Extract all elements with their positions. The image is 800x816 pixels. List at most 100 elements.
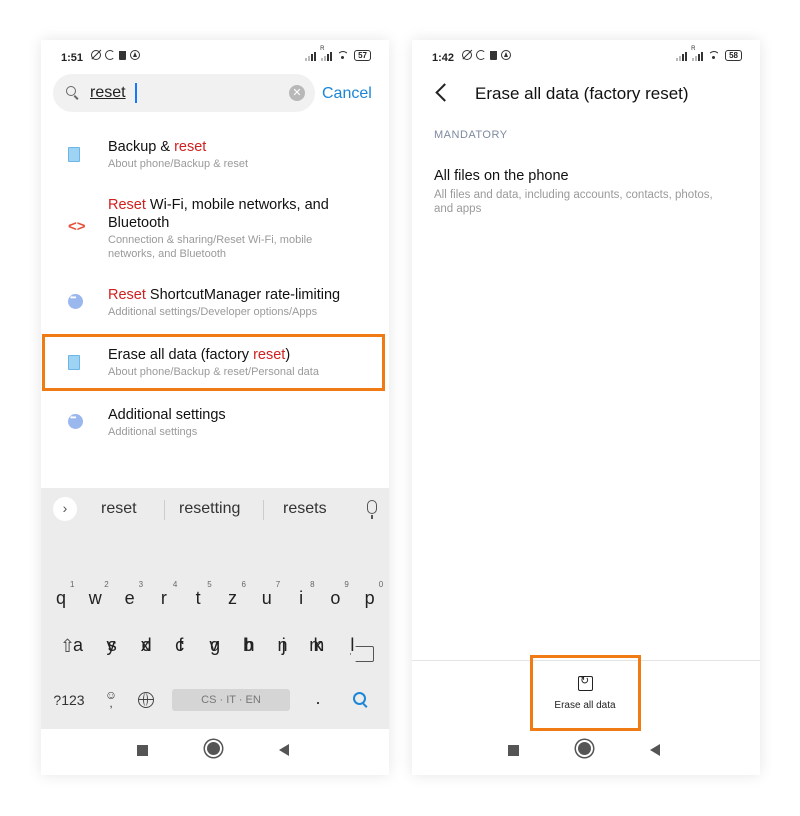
search-bar[interactable]: reset ✕ xyxy=(53,74,315,112)
microphone-icon[interactable] xyxy=(367,500,377,519)
key-b[interactable]: b xyxy=(233,635,263,656)
home-button[interactable] xyxy=(207,742,220,755)
key-number-hint: 2 xyxy=(104,580,109,589)
globe-icon[interactable] xyxy=(138,692,154,708)
comma-key[interactable]: , xyxy=(97,696,125,710)
home-button[interactable] xyxy=(578,742,591,755)
orange-highlight-box xyxy=(530,655,641,731)
chevron-right-icon[interactable]: › xyxy=(53,497,77,521)
item-subtitle: All files and data, including accounts, … xyxy=(434,189,713,215)
suggestion-reset[interactable]: reset xyxy=(101,500,137,518)
symbols-key[interactable]: ?123 xyxy=(51,692,87,708)
cancel-button[interactable]: Cancel xyxy=(322,85,372,103)
key-y[interactable]: y xyxy=(96,635,126,656)
key-number-hint: 8 xyxy=(310,580,315,589)
soft-keyboard: › reset resetting resets q1w2e3r4t5z6u7i… xyxy=(41,488,389,729)
phone-icon xyxy=(68,147,80,162)
alarm-off-icon xyxy=(462,50,472,60)
page-title: Erase all data (factory reset) xyxy=(475,84,689,103)
connection-icon: <> xyxy=(68,218,86,235)
suggestion-resetting[interactable]: resetting xyxy=(179,500,240,518)
result-title: Backup & reset xyxy=(108,139,207,155)
result-subtitle: Connection & sharing/Reset Wi-Fi, mobile… xyxy=(108,234,313,260)
more-icon xyxy=(68,293,83,309)
search-key-icon[interactable] xyxy=(353,692,366,705)
key-z[interactable]: z xyxy=(218,588,248,609)
phone-left-settings-search: 1:51 57 reset ✕ Cancel Backup & reset Ab… xyxy=(41,40,389,775)
key-number-hint: 4 xyxy=(172,580,178,589)
status-bar: 1:51 57 xyxy=(41,40,389,74)
navigation-bar xyxy=(412,729,760,775)
key-number-hint: 6 xyxy=(241,580,246,589)
recents-button[interactable] xyxy=(137,745,148,756)
search-input[interactable]: reset xyxy=(90,84,126,102)
result-title: Additional settings xyxy=(108,407,226,423)
result-subtitle: About phone/Backup & reset xyxy=(108,158,249,170)
period-key[interactable]: . xyxy=(303,688,333,709)
key-w[interactable]: w xyxy=(80,588,110,609)
section-header: MANDATORY xyxy=(434,129,508,141)
suggestion-resets[interactable]: resets xyxy=(283,500,327,518)
key-number-hint: 3 xyxy=(138,580,144,589)
key-c[interactable]: c xyxy=(165,635,195,656)
key-number-hint: 1 xyxy=(70,580,75,589)
shift-icon[interactable]: ⇧ xyxy=(60,636,75,657)
search-icon xyxy=(66,86,76,96)
status-time: 1:51 xyxy=(61,52,84,64)
key-p[interactable]: p xyxy=(355,588,385,609)
item-title: All files on the phone xyxy=(434,168,569,184)
clear-icon[interactable]: ✕ xyxy=(289,85,305,101)
key-q[interactable]: q xyxy=(46,588,76,609)
sync-icon xyxy=(476,50,486,60)
phone-right-erase-all-data: 1:42 58 Erase all data (factory reset) M… xyxy=(412,40,760,775)
navigation-bar xyxy=(41,729,389,775)
signal-icon xyxy=(305,51,317,61)
search-result-backup-reset[interactable]: Backup & reset About phone/Backup & rese… xyxy=(41,136,389,180)
key-v[interactable]: v xyxy=(199,635,229,656)
recents-button[interactable] xyxy=(508,745,519,756)
alarm-off-icon xyxy=(91,50,101,60)
back-arrow-icon[interactable] xyxy=(435,83,454,102)
key-m[interactable]: m xyxy=(302,635,332,656)
key-o[interactable]: o xyxy=(320,588,350,609)
key-number-hint: 5 xyxy=(207,580,212,589)
result-title: Reset Wi-Fi, mobile networks, and Blueto… xyxy=(108,197,329,231)
key-e[interactable]: e xyxy=(115,588,145,609)
signal-icon xyxy=(676,51,688,61)
back-button[interactable] xyxy=(650,744,660,756)
more-icon xyxy=(68,413,83,429)
key-number-hint: 7 xyxy=(275,580,281,589)
key-n[interactable]: n xyxy=(268,635,298,656)
key-u[interactable]: u xyxy=(252,588,282,609)
key-t[interactable]: t xyxy=(183,588,213,609)
trash-icon xyxy=(119,51,126,60)
trash-icon xyxy=(490,51,497,60)
result-subtitle: Additional settings/Developer options/Ap… xyxy=(108,306,318,318)
search-result-additional-settings[interactable]: Additional settings Additional settings xyxy=(41,404,389,444)
search-result-reset-wifi[interactable]: <> Reset Wi-Fi, mobile networks, and Blu… xyxy=(41,194,389,266)
status-time: 1:42 xyxy=(432,52,455,64)
result-subtitle: Additional settings xyxy=(108,426,198,438)
space-key[interactable]: CS · IT · EN xyxy=(172,689,290,711)
wifi-icon xyxy=(337,51,350,60)
key-number-hint: 9 xyxy=(344,580,349,589)
search-result-reset-shortcutmanager[interactable]: Reset ShortcutManager rate-limiting Addi… xyxy=(41,284,389,324)
suggestion-strip: › reset resetting resets xyxy=(41,488,389,530)
roaming-signal-icon xyxy=(320,46,333,61)
navigation-icon xyxy=(501,50,511,60)
status-bar: 1:42 58 xyxy=(412,40,760,74)
text-cursor xyxy=(135,83,137,103)
back-button[interactable] xyxy=(279,744,289,756)
wifi-icon xyxy=(708,51,721,60)
key-r[interactable]: r xyxy=(149,588,179,609)
result-title: Reset ShortcutManager rate-limiting xyxy=(108,287,341,303)
orange-highlight-box xyxy=(42,334,385,391)
sync-icon xyxy=(105,50,115,60)
roaming-signal-icon xyxy=(691,46,704,61)
battery-icon: 58 xyxy=(725,50,742,61)
navigation-icon xyxy=(130,50,140,60)
key-i[interactable]: i xyxy=(286,588,316,609)
key-number-hint: 0 xyxy=(378,580,384,589)
battery-icon: 57 xyxy=(354,50,371,61)
key-x[interactable]: x xyxy=(130,635,160,656)
